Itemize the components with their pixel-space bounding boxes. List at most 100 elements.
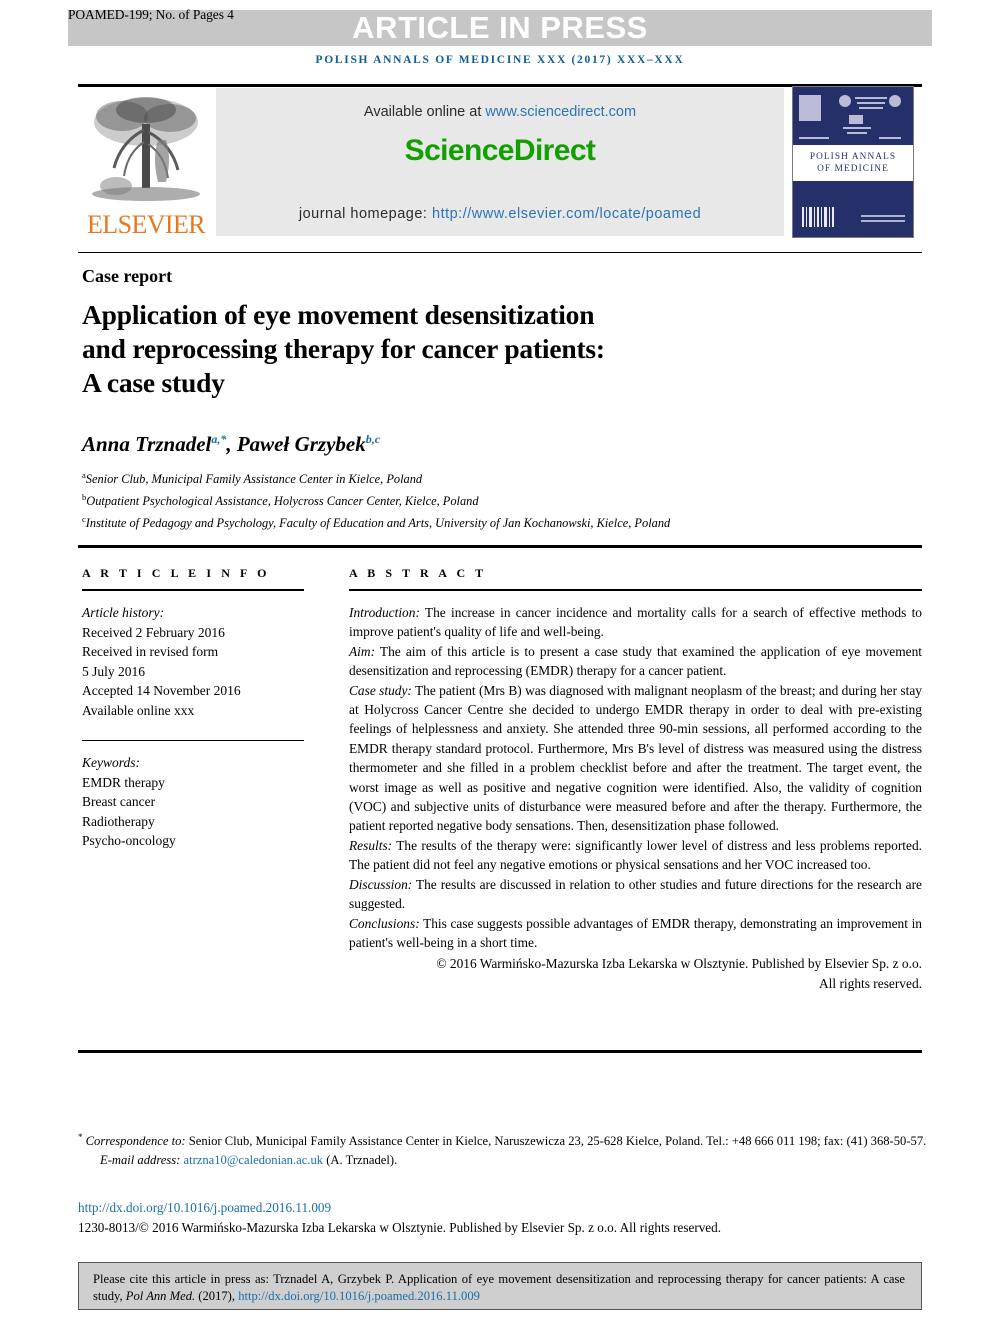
affiliation-text: Outpatient Psychological Assistance, Hol… xyxy=(86,494,479,509)
correspondence-label: Correspondence to: xyxy=(85,1134,186,1149)
article-history-label: Article history: xyxy=(82,605,165,620)
article-history-item: 5 July 2016 xyxy=(82,663,146,679)
article-page: ARTICLE IN PRESS POAMED-199; No. of Page… xyxy=(0,0,992,1323)
cover-line-3 xyxy=(859,107,883,109)
cover-issn-block xyxy=(861,215,905,225)
sciencedirect-link[interactable]: www.sciencedirect.com xyxy=(485,104,636,120)
cover-line-4 xyxy=(843,127,871,129)
cite-journal-name: Pol Ann Med. xyxy=(125,1289,196,1303)
journal-homepage-label: journal homepage: xyxy=(298,206,432,222)
affiliation-text: Institute of Pedagogy and Psychology, Fa… xyxy=(85,516,671,531)
cover-line-6 xyxy=(799,137,829,139)
abstract-section: Results: The results of the therapy were… xyxy=(349,836,922,875)
author-name-2[interactable]: Paweł Grzybek xyxy=(237,432,366,456)
correspondence-text: Senior Club, Municipal Family Assistance… xyxy=(185,1134,927,1149)
abstract-heading: A B S T R A C T xyxy=(349,566,487,580)
author-affil-marker-1: a,* xyxy=(211,432,227,446)
abstract-section: Aim: The aim of this article is to prese… xyxy=(349,642,922,681)
article-history-block: Article history: Received 2 February 201… xyxy=(82,603,304,720)
abstract-section-text: The increase in cancer incidence and mor… xyxy=(349,605,922,640)
cover-title-block: POLISH ANNALS OF MEDICINE xyxy=(793,145,913,181)
affiliation-item: bOutpatient Psychological Assistance, Ho… xyxy=(82,488,902,510)
journal-homepage-line: journal homepage: http://www.elsevier.co… xyxy=(216,206,784,222)
email-label: E-mail address: xyxy=(100,1152,184,1167)
cover-emblem-left xyxy=(799,95,821,121)
abstract-section-text: The results of the therapy were: signifi… xyxy=(349,837,922,873)
abstract-section: Case study: The patient (Mrs B) was diag… xyxy=(349,681,922,836)
elsevier-logo: ELSEVIER xyxy=(84,88,208,238)
cite-text-middle: (2017), xyxy=(195,1289,239,1303)
elsevier-wordmark: ELSEVIER xyxy=(87,210,206,239)
cover-emblem-center xyxy=(839,95,851,107)
author-separator: , xyxy=(226,432,237,456)
author-name-1[interactable]: Anna Trznadel xyxy=(82,432,211,456)
keywords-divider-rule xyxy=(82,740,304,741)
keyword-item: Psycho-oncology xyxy=(82,833,176,848)
abstract-section-label: Aim: xyxy=(349,643,376,659)
cover-line-5 xyxy=(847,132,867,134)
elsevier-tree-icon xyxy=(92,97,200,201)
cite-this-article-text: Please cite this article in press as: Tr… xyxy=(93,1271,905,1305)
abstract-section-text: This case suggests possible advantages o… xyxy=(349,915,922,950)
abstract-section-label: Results: xyxy=(349,837,393,853)
article-history-item: Received 2 February 2016 xyxy=(82,624,225,640)
affiliation-text: Senior Club, Municipal Family Assistance… xyxy=(85,472,423,487)
abstract-section: Conclusions: This case suggests possible… xyxy=(349,914,922,953)
abstract-block-bottom-rule xyxy=(78,1050,922,1053)
abstract-column: A B S T R A C T Introduction: The increa… xyxy=(349,566,922,993)
title-top-rule xyxy=(78,252,922,253)
article-type-label: Case report xyxy=(82,266,173,286)
correspondence-star-marker: * xyxy=(78,1132,83,1142)
article-info-column: A R T I C L E I N F O Article history: R… xyxy=(82,566,304,851)
cover-top-masthead xyxy=(797,91,909,143)
affiliation-item: cInstitute of Pedagogy and Psychology, F… xyxy=(82,510,902,532)
keywords-label: Keywords: xyxy=(82,755,140,770)
author-affil-marker-2: b,c xyxy=(365,432,381,446)
abstract-section-text: The patient (Mrs B) was diagnosed with m… xyxy=(349,682,923,834)
abstract-body: Introduction: The increase in cancer inc… xyxy=(349,603,922,993)
article-info-heading: A R T I C L E I N F O xyxy=(82,566,271,580)
title-line-2: and reprocessing therapy for cancer pati… xyxy=(82,333,605,364)
available-online-line: Available online at www.sciencedirect.co… xyxy=(216,104,784,120)
email-link[interactable]: atrzna10@caledonian.ac.uk xyxy=(183,1153,323,1167)
email-line: E-mail address: atrzna10@caledonian.ac.u… xyxy=(78,1151,928,1170)
copyright-line-1: © 2016 Warmińsko-Mazurska Izba Lekarska … xyxy=(436,956,922,972)
keyword-item: EMDR therapy xyxy=(82,774,165,790)
cover-emblem-right xyxy=(889,95,901,107)
available-online-prefix: Available online at xyxy=(363,104,486,120)
title-line-1: Application of eye movement desensitizat… xyxy=(82,299,595,330)
doi-link[interactable]: http://dx.doi.org/10.1016/j.poamed.2016.… xyxy=(78,1200,331,1216)
journal-cover-thumbnail: POLISH ANNALS OF MEDICINE xyxy=(792,86,914,238)
article-info-heading-rule xyxy=(82,589,304,591)
copyright-line-2: All rights reserved. xyxy=(818,975,922,991)
article-info-spacer xyxy=(82,720,304,740)
abstract-block-top-rule xyxy=(78,545,922,548)
page-title: Application of eye movement desensitizat… xyxy=(82,298,782,400)
abstract-section-text: The aim of this article is to present a … xyxy=(349,643,922,679)
journal-homepage-link[interactable]: http://www.elsevier.com/locate/poamed xyxy=(432,206,701,222)
abstract-section: Introduction: The increase in cancer inc… xyxy=(349,603,922,642)
cite-doi-link[interactable]: http://dx.doi.org/10.1016/j.poamed.2016.… xyxy=(238,1289,480,1303)
keywords-block: Keywords: EMDR therapy Breast cancer Rad… xyxy=(82,753,304,851)
keyword-item: Radiotherapy xyxy=(82,813,155,829)
sciencedirect-banner: Available online at www.sciencedirect.co… xyxy=(216,88,784,236)
abstract-section-label: Conclusions: xyxy=(349,915,420,931)
title-line-3: A case study xyxy=(82,367,225,398)
abstract-heading-rule xyxy=(349,589,922,591)
affiliation-list: aSenior Club, Municipal Family Assistanc… xyxy=(82,466,902,532)
email-attribution: (A. Trznadel). xyxy=(323,1152,398,1167)
cover-line-7 xyxy=(879,137,901,139)
affiliation-item: aSenior Club, Municipal Family Assistanc… xyxy=(82,466,902,488)
issn-copyright-line: 1230-8013/© 2016 Warmińsko-Mazurska Izba… xyxy=(78,1220,722,1235)
correspondence-block: * Correspondence to: Senior Club, Munici… xyxy=(78,1128,928,1169)
cover-barcode-icon xyxy=(802,207,836,227)
abstract-section-text: The results are discussed in relation to… xyxy=(349,876,922,912)
abstract-section-label: Discussion: xyxy=(349,876,413,892)
abstract-copyright: © 2016 Warmińsko-Mazurska Izba Lekarska … xyxy=(349,954,922,993)
journal-citation-line: POLISH ANNALS OF MEDICINE XXX (2017) XXX… xyxy=(315,54,685,66)
abstract-section-label: Case study: xyxy=(349,682,412,698)
article-history-item: Received in revised form xyxy=(82,644,219,659)
abstract-section-label: Introduction: xyxy=(349,605,420,620)
cover-title-line-1: POLISH ANNALS xyxy=(809,152,897,162)
author-list: Anna Trznadela,*, Paweł Grzybekb,c xyxy=(82,432,380,457)
